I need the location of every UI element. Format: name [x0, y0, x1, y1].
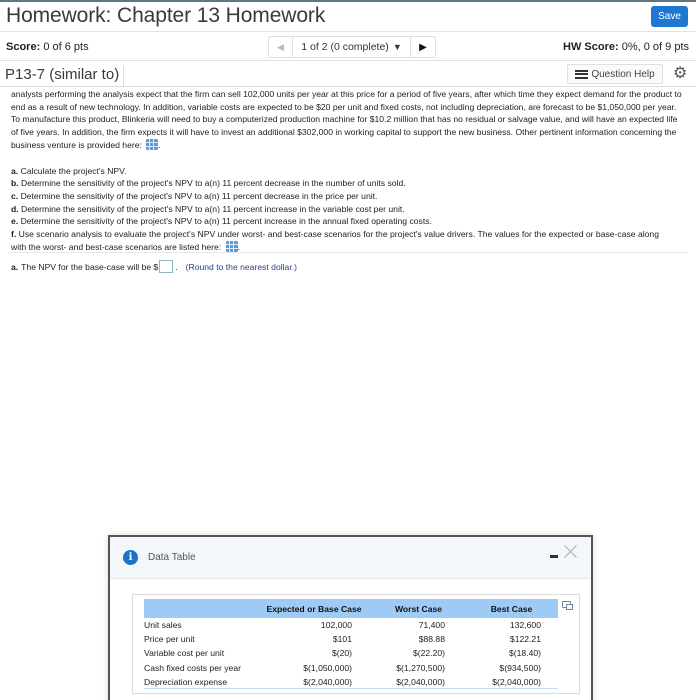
best-case-value: $(18.40) [508, 648, 541, 659]
next-question-button[interactable]: ▶ [411, 37, 435, 57]
section-divider [8, 252, 688, 253]
worst-case-value: $(2,040,000) [372, 674, 465, 690]
table-row: Price per unit $101 $88.88 $122.21 [144, 632, 558, 646]
question-help-label: Question Help [591, 68, 655, 80]
task-letter: c. [11, 190, 19, 201]
task-item: c. Determine the sensitivity of the proj… [11, 190, 691, 203]
column-header [144, 599, 256, 618]
previous-question-button[interactable]: ◀ [269, 37, 293, 57]
question-help-button[interactable]: Question Help [567, 64, 663, 84]
save-button[interactable]: Save [651, 6, 688, 27]
question-content: analysts performing the analysis expect … [11, 88, 691, 253]
table-row: Unit sales 102,000 71,400 132,600 [144, 618, 558, 632]
task-item: a. Calculate the project's NPV. [11, 165, 691, 178]
task-text: Use scenario analysis to evaluate the pr… [11, 229, 659, 252]
info-icon: i [123, 550, 138, 565]
homework-score: HW Score: 0%, 0 of 9 pts [563, 41, 689, 53]
table-row: Variable cost per unit $(20) $(22.20) $(… [144, 646, 558, 660]
question-bar: P13-7 (similar to) Question Help ⚙ [0, 62, 696, 87]
data-table-container: Expected or Base Case Worst Case Best Ca… [132, 594, 580, 694]
base-case-value: $101 [332, 634, 352, 645]
task-text: Determine the sensitivity of the project… [21, 178, 406, 189]
answer-prompt: The NPV for the base-case will be $ [21, 261, 159, 272]
hw-score-label: HW Score: [563, 41, 619, 53]
dialog-title: Data Table [148, 552, 196, 563]
question-paragraph: analysts performing the analysis expect … [11, 89, 682, 150]
task-text: Determine the sensitivity of the project… [20, 216, 432, 227]
task-text: Determine the sensitivity of the project… [21, 203, 405, 214]
question-selector-dropdown[interactable]: 1 of 2 (0 complete) ▼ [293, 37, 411, 57]
gear-icon[interactable]: ⚙ [673, 64, 687, 84]
question-pager: ◀ 1 of 2 (0 complete) ▼ ▶ [268, 36, 436, 58]
task-item: e. Determine the sensitivity of the proj… [11, 215, 691, 228]
triangle-right-icon: ▶ [419, 41, 427, 53]
task-text: Determine the sensitivity of the project… [20, 190, 378, 201]
task-letter: a. [11, 165, 19, 176]
task-letter: e. [11, 216, 19, 227]
worst-case-value: $(1,270,500) [396, 662, 445, 673]
score-label: Score: [6, 41, 41, 53]
best-case-value: $122.21 [509, 634, 541, 645]
row-label: Unit sales [144, 620, 182, 631]
question-score: Score: 0 of 6 pts [6, 41, 89, 53]
answer-letter: a. [11, 261, 19, 272]
question-text: analysts performing the analysis expect … [11, 89, 682, 150]
scenario-table-icon[interactable] [225, 240, 238, 252]
scenario-table: Expected or Base Case Worst Case Best Ca… [144, 599, 558, 690]
rounding-hint: (Round to the nearest dollar.) [185, 261, 297, 272]
task-item: d. Determine the sensitivity of the proj… [11, 203, 691, 216]
worst-case-value: 71,400 [418, 620, 445, 631]
task-item: f. Use scenario analysis to evaluate the… [11, 229, 659, 252]
task-list: a. Calculate the project's NPV. b. Deter… [11, 165, 691, 254]
base-case-value: $(20) [331, 648, 352, 659]
data-table-icon[interactable] [146, 138, 159, 150]
base-case-value: $(2,040,000) [256, 674, 372, 690]
copy-to-spreadsheet-icon[interactable] [562, 601, 573, 610]
column-header: Expected or Base Case [256, 599, 372, 618]
table-row: Cash fixed costs per year $(1,050,000) $… [144, 661, 558, 675]
base-case-value: 102,000 [320, 620, 352, 631]
answer-period: . [175, 261, 178, 272]
data-table-dialog: i Data Table Expected or Base Case Worst… [108, 535, 593, 700]
page-title: Homework: Chapter 13 Homework [6, 4, 326, 27]
question-position: 1 of 2 (0 complete) [301, 41, 389, 53]
triangle-left-icon: ◀ [277, 41, 284, 52]
task-text: Calculate the project's NPV. [20, 165, 127, 176]
column-header: Best Case [465, 599, 558, 618]
table-row: Depreciation expense $(2,040,000) $(2,04… [144, 674, 558, 690]
best-case-value: 132,600 [509, 620, 541, 631]
table-header-row: Expected or Base Case Worst Case Best Ca… [144, 599, 558, 618]
answer-row: a. The NPV for the base-case will be $ .… [11, 260, 297, 273]
row-label: Cash fixed costs per year [144, 662, 241, 673]
best-case-value: $(2,040,000) [465, 674, 558, 690]
row-label: Variable cost per unit [144, 648, 225, 659]
task-letter: f. [11, 229, 17, 240]
hw-score-value: 0%, 0 of 9 pts [621, 41, 689, 53]
row-label: Depreciation expense [144, 674, 256, 690]
worst-case-value: $88.88 [418, 634, 445, 645]
list-icon [575, 69, 589, 79]
question-id: P13-7 (similar to) [5, 66, 125, 87]
worst-case-value: $(22.20) [412, 648, 445, 659]
score-bar: Score: 0 of 6 pts ◀ 1 of 2 (0 complete) … [0, 33, 696, 61]
row-label: Price per unit [144, 634, 195, 645]
task-item: b. Determine the sensitivity of the proj… [11, 177, 691, 190]
caret-down-icon: ▼ [392, 42, 402, 52]
page-header: Homework: Chapter 13 Homework Save [0, 2, 696, 32]
minimize-icon[interactable] [550, 555, 558, 558]
close-icon[interactable] [564, 544, 578, 558]
base-case-value: $(1,050,000) [303, 662, 352, 673]
score-value: 0 of 6 pts [43, 41, 89, 53]
column-header: Worst Case [372, 599, 465, 618]
task-letter: d. [11, 203, 19, 214]
task-letter: b. [11, 178, 19, 189]
dialog-header: i Data Table [110, 537, 591, 579]
npv-answer-input[interactable] [159, 260, 174, 273]
best-case-value: $(934,500) [499, 662, 541, 673]
